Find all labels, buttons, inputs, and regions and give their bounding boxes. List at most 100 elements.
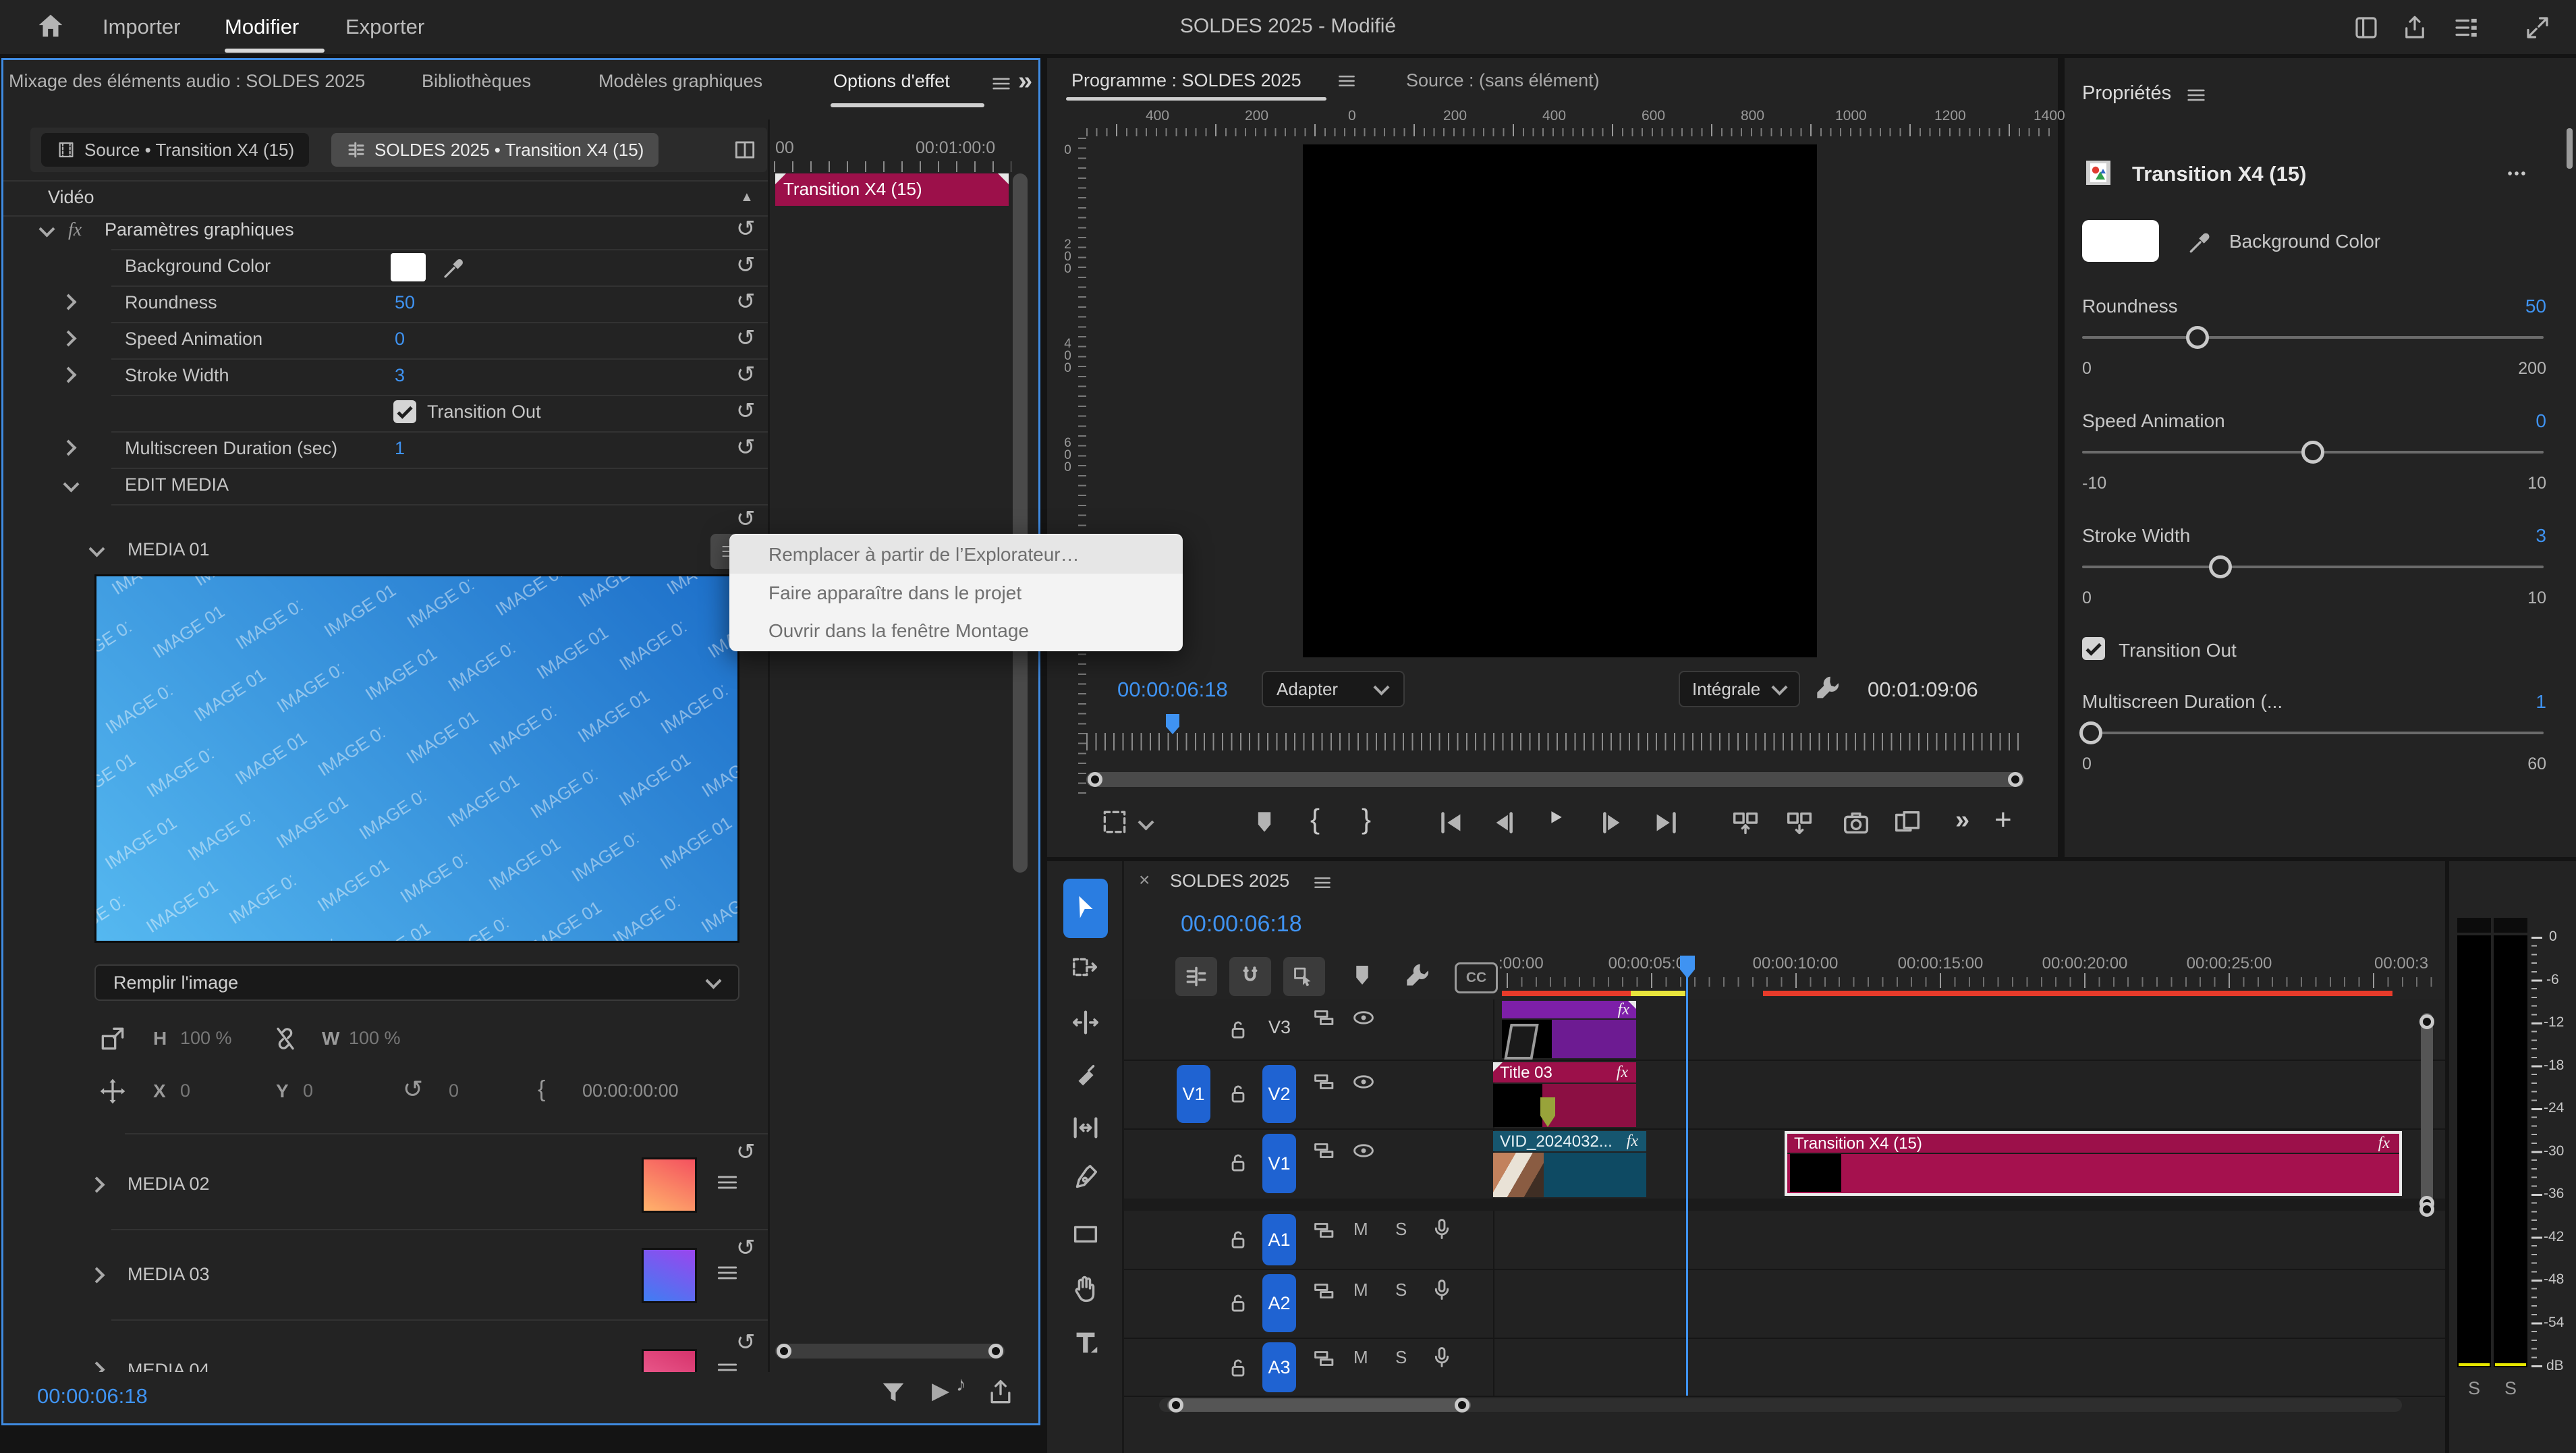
lift-icon[interactable] [1730,807,1761,838]
home-icon[interactable] [35,11,66,42]
clip-title03[interactable]: Title 03 fx [1493,1062,1636,1127]
timeline-tab[interactable]: SOLDES 2025 [1170,871,1289,892]
graphics-params-row[interactable]: fx Paramètres graphiques ↺ [3,214,768,249]
go-to-in-icon[interactable] [1436,807,1467,838]
linked-selection-button[interactable] [1283,957,1325,996]
mini-clip-transition[interactable]: Transition X4 (15) [775,173,1009,206]
mic-icon[interactable] [1429,1277,1455,1303]
zoom-fit-dropdown[interactable]: Adapter [1262,671,1405,707]
chevron-right-icon[interactable] [60,439,76,456]
chevron-down-icon[interactable] [63,476,79,492]
program-playhead[interactable] [1166,714,1179,734]
chevron-right-icon[interactable] [60,330,76,346]
clip-transition-x4[interactable]: Transition X4 (15) fx [1785,1131,2402,1196]
settings-wrench-icon[interactable] [1812,672,1843,703]
add-marker-icon[interactable] [1348,961,1376,989]
roundness-slider-thumb[interactable] [2186,326,2209,349]
scrollbar-handle-right[interactable] [2008,772,2023,787]
track-output-icon[interactable] [1312,1217,1337,1243]
go-to-out-icon[interactable] [1650,807,1681,838]
tool-slip[interactable] [1070,1112,1101,1143]
add-button-icon[interactable]: + [1994,803,2012,837]
speed-animation-value[interactable]: 0 [2536,410,2546,432]
play-icon[interactable] [1541,803,1579,841]
tab-audio-mixer[interactable]: Mixage des éléments audio : SOLDES 2025 [9,71,365,92]
tab-effect-controls[interactable]: Options d'effet [833,71,950,92]
reset-icon[interactable]: ↺ [736,1329,756,1356]
panel-overflow-icon[interactable]: » [1018,67,1032,96]
eyedropper-icon[interactable] [2186,227,2216,256]
roundness-slider[interactable] [2082,336,2544,339]
timeline-horizontal-scrollbar-groove[interactable] [1159,1398,2402,1412]
tab-libraries[interactable]: Bibliothèques [422,71,531,92]
more-options-icon[interactable] [2502,162,2531,185]
speed-animation-slider-thumb[interactable] [2301,441,2324,464]
menu-item-open-in-timeline[interactable]: Ouvrir dans la fenêtre Montage [729,611,1183,650]
safe-margins-icon[interactable] [1100,807,1129,837]
media01-preview[interactable]: IMAGE 01 IMAGE 01 [94,574,739,943]
tool-selection[interactable] [1063,879,1108,938]
tool-pen[interactable] [1070,1163,1101,1195]
eye-icon[interactable] [1351,1005,1376,1031]
filter-icon[interactable] [878,1377,909,1408]
menu-modifier[interactable]: Modifier [225,15,299,39]
menu-item-replace-from-explorer[interactable]: Remplacer à partir de l’Explorateur… [729,535,1183,574]
unlink-icon[interactable] [271,1024,300,1053]
quick-export-panel-icon[interactable] [2352,13,2380,42]
roundness-value[interactable]: 50 [395,292,415,313]
speed-animation-value[interactable]: 0 [395,329,405,350]
lock-icon[interactable] [1225,1355,1251,1381]
track-target-a2[interactable]: A2 [1262,1274,1296,1332]
mute-button[interactable]: M [1353,1347,1368,1368]
solo-left-button[interactable]: S [2468,1378,2480,1399]
w-value[interactable]: 100 % [349,1028,401,1049]
solo-right-button[interactable]: S [2504,1378,2517,1399]
scrollbar-handle-right[interactable] [988,1344,1003,1359]
video-audio-separator[interactable] [1124,1199,2445,1212]
multiscreen-value[interactable]: 1 [395,438,405,459]
multiscreen-slider[interactable] [2082,732,2544,734]
track-target-a1[interactable]: A1 [1262,1214,1296,1265]
solo-button[interactable]: S [1395,1280,1407,1300]
video-section-header[interactable]: Vidéo ▲ [3,180,768,217]
timeline-horizontal-scrollbar-handle[interactable] [1167,1398,1471,1412]
media04-row[interactable]: ↺ MEDIA 04 [3,1325,768,1372]
playback-quality-dropdown[interactable]: Intégrale [1679,671,1800,707]
eyedropper-icon[interactable] [441,253,469,281]
scrollbar-handle-left[interactable] [1169,1398,1183,1413]
multiscreen-value[interactable]: 1 [2536,691,2546,713]
reset-icon[interactable]: ↺ [736,215,756,242]
lock-icon[interactable] [1225,1081,1251,1107]
tab-sequence-clip[interactable]: SOLDES 2025 • Transition X4 (15) [331,133,659,167]
reset-icon[interactable]: ↺ [736,325,756,352]
track-output-icon[interactable] [1312,1346,1337,1371]
tool-hand[interactable] [1070,1273,1101,1304]
menu-exporter[interactable]: Exporter [345,15,424,39]
lock-icon[interactable] [1225,1017,1251,1043]
mini-ruler-ticks[interactable] [774,161,1011,172]
properties-color-swatch[interactable] [2082,220,2159,262]
menu-icon[interactable] [715,1170,740,1195]
roundness-value[interactable]: 50 [2525,296,2546,317]
track-target-a3[interactable]: A3 [1262,1342,1296,1392]
captions-button[interactable]: CC [1455,962,1498,993]
scrollbar-handle-right[interactable] [1455,1398,1469,1413]
menu-icon[interactable] [715,1260,740,1286]
clip-graphic-v3[interactable]: fx [1502,1001,1636,1058]
tab-source[interactable]: Source : (sans élément) [1406,70,1600,91]
clip-fade-handle[interactable] [1493,1062,1503,1072]
tool-track-select[interactable] [1070,952,1101,983]
fit-image-dropdown[interactable]: Remplir l'image [94,964,739,1001]
media04-swatch[interactable] [642,1349,697,1372]
export-icon[interactable] [986,1377,1015,1407]
media02-row[interactable]: MEDIA 02 [3,1153,768,1228]
solo-button[interactable]: S [1395,1219,1407,1240]
chevron-right-icon[interactable] [88,1267,105,1283]
tool-razor[interactable] [1070,1062,1101,1093]
menu-icon[interactable] [715,1357,740,1372]
eye-icon[interactable] [1351,1069,1376,1095]
chevron-right-icon[interactable] [60,366,76,383]
track-v3-label[interactable]: V3 [1268,1017,1291,1038]
panel-menu-icon[interactable] [1336,70,1357,92]
nest-toggle-button[interactable] [1175,957,1217,996]
